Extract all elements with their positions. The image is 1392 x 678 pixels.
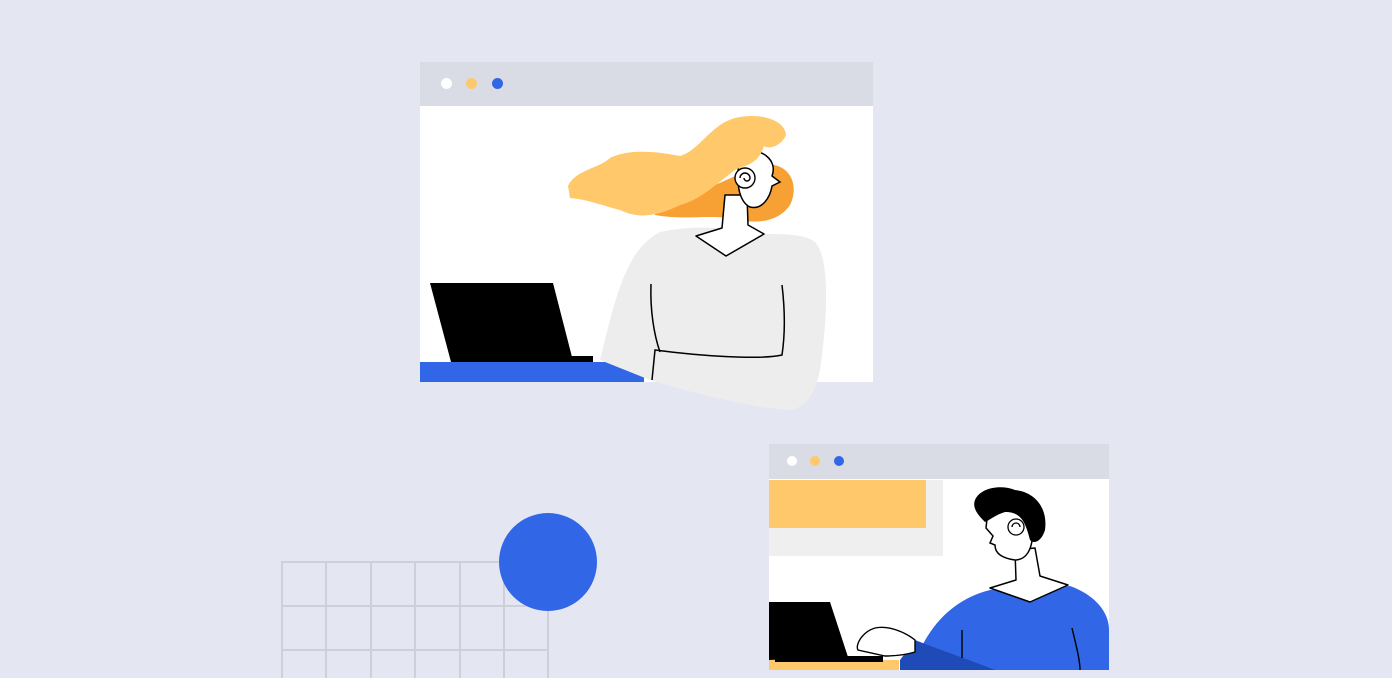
decorative-blue-circle [499,513,597,611]
woman-figure [568,115,827,410]
laptop-woman [430,283,593,362]
sweater [600,227,827,410]
man-figure [856,487,1109,671]
people-illustration [281,115,1109,678]
hand [856,626,916,657]
